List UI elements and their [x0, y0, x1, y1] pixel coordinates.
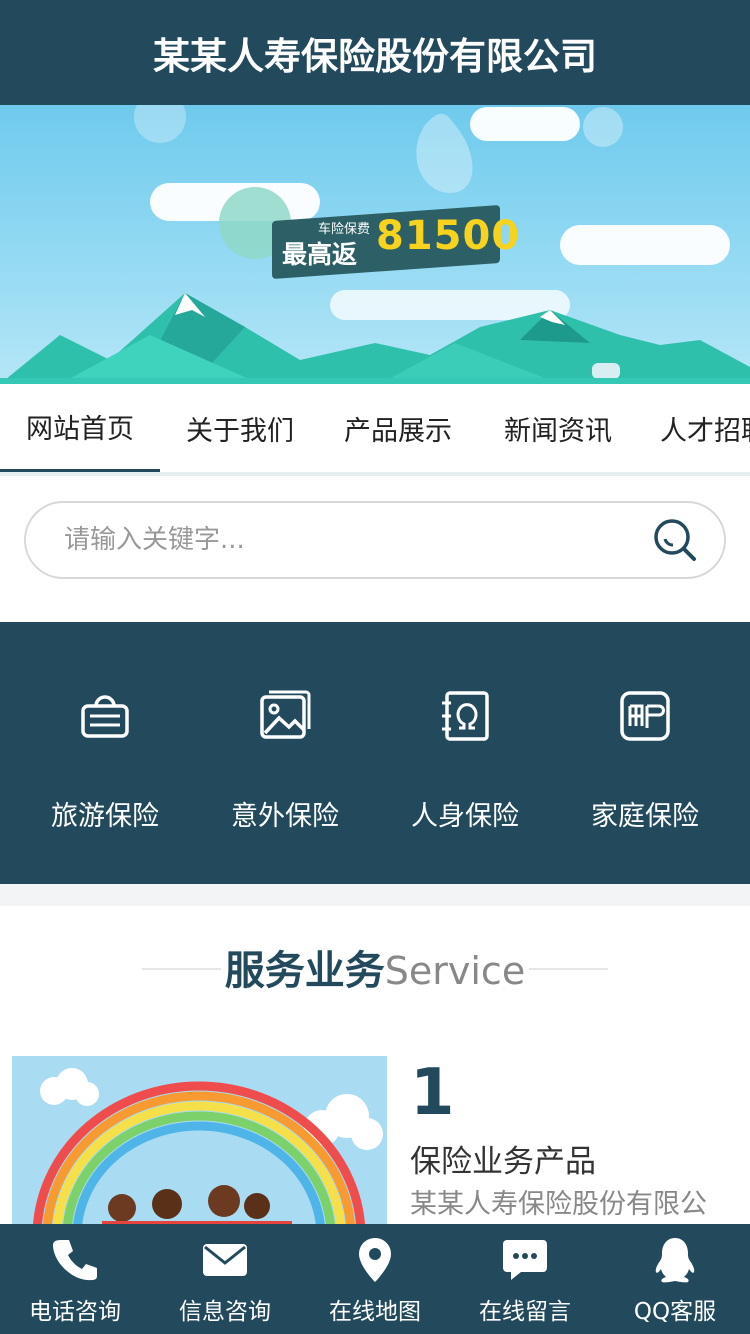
- nav-tab-label: 关于我们: [186, 415, 294, 447]
- service-title: 保险业务产品: [410, 1144, 596, 1180]
- nav-tab-label: 网站首页: [26, 414, 134, 445]
- promo-big-text: 最高返: [282, 240, 358, 269]
- section-title-cn: 服务业务: [224, 948, 385, 994]
- bottom-label: 在线留言: [479, 1299, 571, 1325]
- page-header: 某某人寿保险股份有限公司: [0, 0, 750, 105]
- chat-bubble-icon: [503, 1240, 547, 1280]
- section-divider: [0, 884, 750, 906]
- page-title: 某某人寿保险股份有限公司: [153, 34, 597, 78]
- envelope-icon: [203, 1244, 247, 1276]
- map-button[interactable]: 在线地图: [300, 1224, 450, 1334]
- nav-tab-about[interactable]: 关于我们: [160, 384, 320, 472]
- category-band: 旅游保险 意外保险 人身保险 家庭保险: [0, 622, 750, 884]
- nav-tab-label: 新闻资讯: [504, 415, 612, 447]
- nav-tab-home[interactable]: 网站首页: [0, 384, 160, 472]
- qq-penguin-icon: [655, 1238, 695, 1283]
- mail-stamp-icon: [620, 691, 670, 741]
- category-life-insurance[interactable]: 人身保险: [375, 622, 555, 884]
- map-pin-icon: [359, 1238, 391, 1282]
- main-nav: 网站首页 关于我们 产品展示 新闻资讯 人才招聘: [0, 384, 750, 476]
- section-heading: 服务业务Service: [0, 938, 750, 998]
- nav-tab-news[interactable]: 新闻资讯: [478, 384, 638, 472]
- hero-banner[interactable]: 车险保费 最高返 81500: [0, 105, 750, 384]
- service-number: 1: [410, 1056, 455, 1130]
- nav-tab-products[interactable]: 产品展示: [318, 384, 478, 472]
- nav-tab-label: 人才招聘: [660, 415, 750, 447]
- search-bar: [24, 501, 726, 579]
- search-icon[interactable]: [652, 517, 698, 563]
- service-card[interactable]: 1 保险业务产品 某某人寿保险股份有限公: [12, 1056, 738, 1236]
- promo-number: 81500: [376, 213, 521, 259]
- rainbow-kids-illustration: [12, 1056, 387, 1236]
- bottom-label: 信息咨询: [179, 1299, 271, 1325]
- category-label: 人身保险: [411, 801, 519, 832]
- qq-service-button[interactable]: QQ客服: [600, 1224, 750, 1334]
- category-accident-insurance[interactable]: 意外保险: [195, 622, 375, 884]
- picture-icon: [260, 690, 311, 739]
- bottom-toolbar: 电话咨询 信息咨询 在线地图 在线留言 QQ客服: [0, 1224, 750, 1334]
- bottom-label: QQ客服: [633, 1299, 717, 1325]
- category-label: 意外保险: [231, 801, 339, 832]
- omega-icon: [442, 691, 489, 741]
- category-label: 家庭保险: [591, 801, 699, 832]
- bottom-label: 在线地图: [329, 1299, 421, 1325]
- service-description: 某某人寿保险股份有限公: [410, 1189, 707, 1220]
- nav-tab-careers[interactable]: 人才招聘: [650, 384, 750, 472]
- search-input[interactable]: [64, 517, 624, 563]
- heading-text: 服务业务Service: [220, 938, 530, 996]
- category-label: 旅游保险: [51, 801, 159, 832]
- category-family-insurance[interactable]: 家庭保险: [555, 622, 735, 884]
- nav-tab-label: 产品展示: [344, 415, 452, 447]
- message-button[interactable]: 在线留言: [450, 1224, 600, 1334]
- category-travel-insurance[interactable]: 旅游保险: [15, 622, 195, 884]
- phone-icon: [53, 1240, 97, 1281]
- section-title-en: Service: [384, 949, 526, 993]
- bottom-label: 电话咨询: [29, 1299, 121, 1325]
- service-image: [12, 1056, 387, 1236]
- info-consult-button[interactable]: 信息咨询: [150, 1224, 300, 1334]
- shopping-basket-icon: [81, 695, 129, 738]
- phone-consult-button[interactable]: 电话咨询: [0, 1224, 150, 1334]
